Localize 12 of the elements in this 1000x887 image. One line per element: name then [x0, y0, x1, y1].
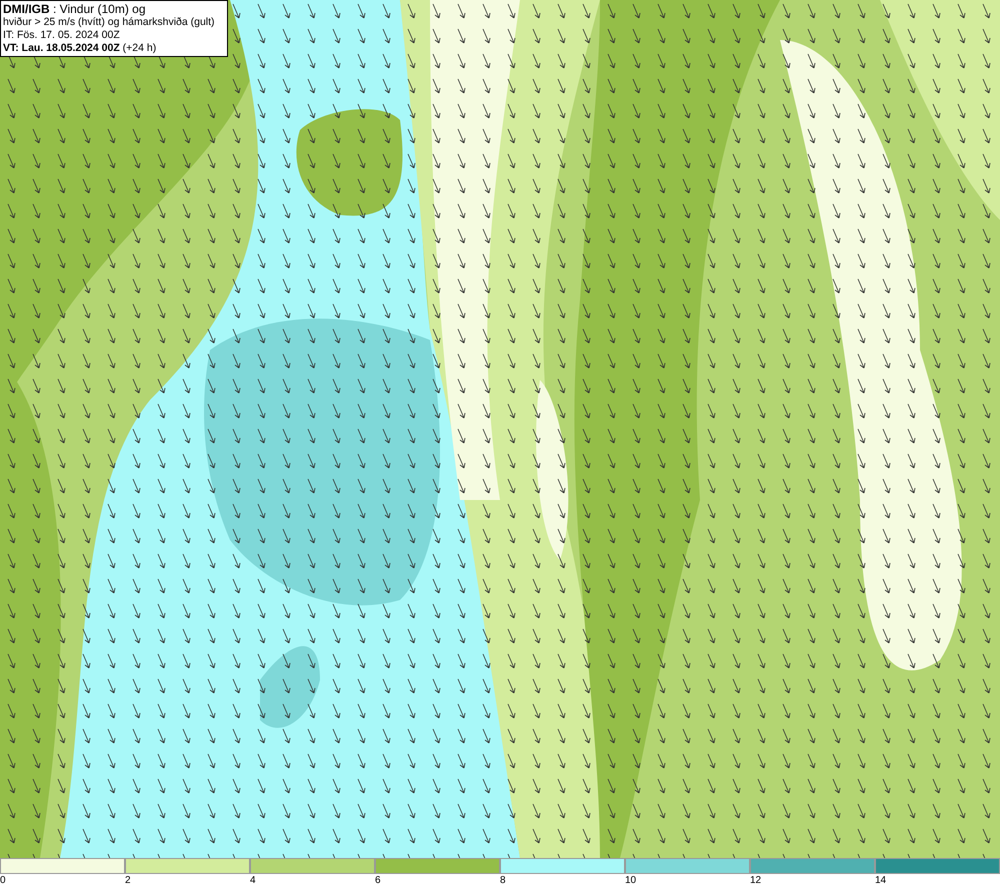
info-text: VT: Lau. 18.05.2024 00Z (+24 h) [3, 42, 158, 55]
legend-label: 14 [875, 874, 886, 887]
legend-label: 2 [125, 874, 131, 887]
legend-label: 10 [625, 874, 636, 887]
legend-label: 12 [750, 874, 762, 887]
legend-label: 0 [0, 874, 6, 887]
legend-label: 4 [250, 874, 256, 887]
info-text: IT: Fös. 17. 05. 2024 00Z [3, 29, 121, 42]
info-text: DMI/IGB : Vindur (10m) og [3, 2, 146, 16]
legend-label: 6 [375, 874, 381, 887]
legend-label: 8 [500, 874, 506, 887]
info-text: hviður > 25 m/s (hvítt) og hámarkshviða (gult) [3, 16, 216, 29]
